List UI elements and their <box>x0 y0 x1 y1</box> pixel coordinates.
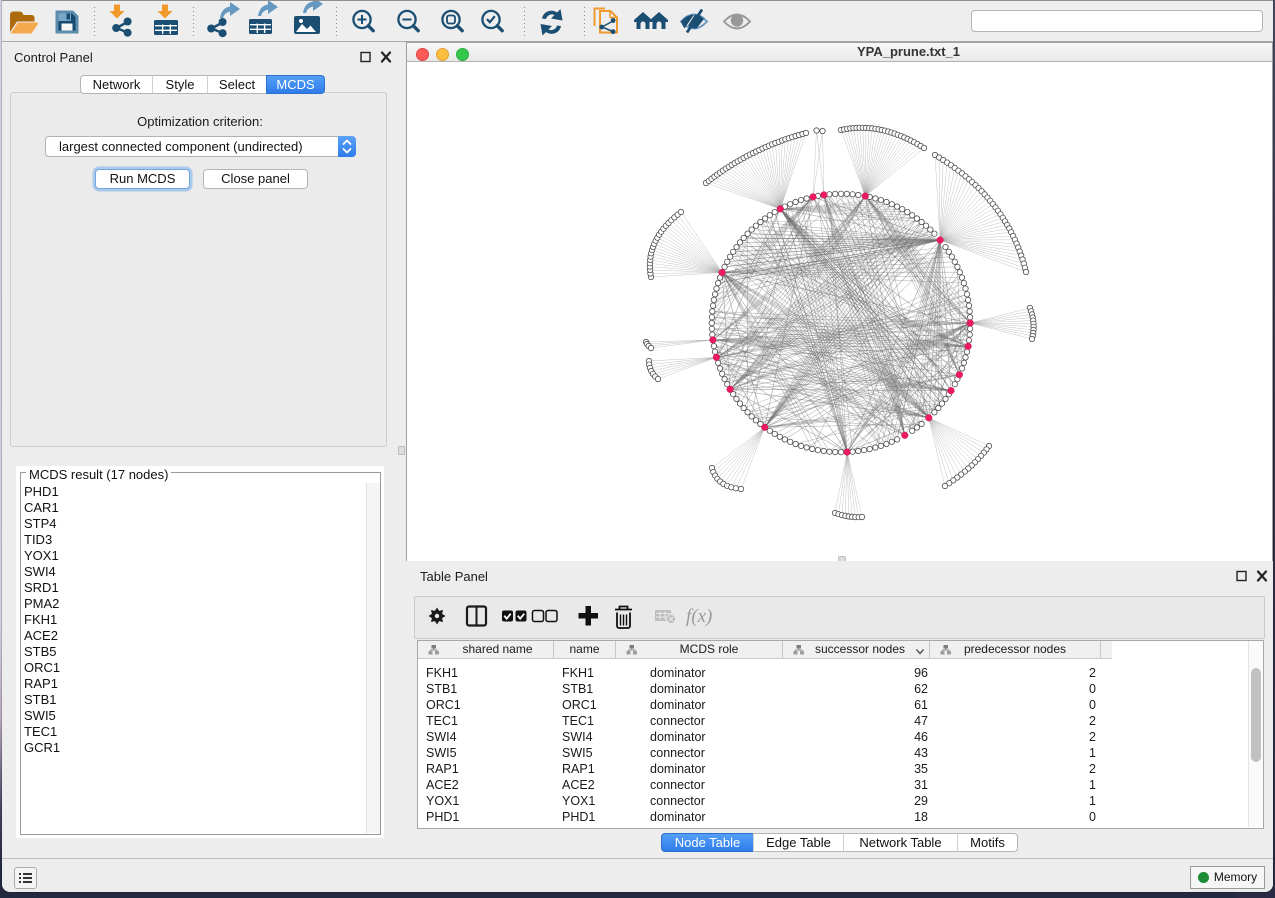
svg-text:f(x): f(x) <box>686 606 712 627</box>
